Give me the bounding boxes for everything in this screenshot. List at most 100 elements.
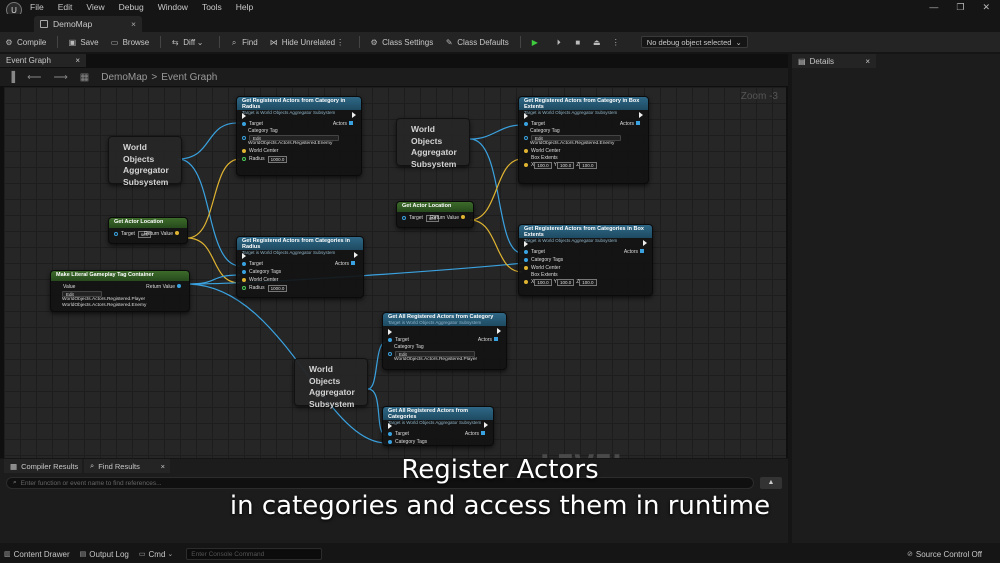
exec-out-pin[interactable]: [497, 328, 501, 334]
forward-arrow-icon[interactable]: ⟶: [53, 72, 67, 83]
find-button[interactable]: ⌕ Find: [229, 38, 258, 47]
hide-unrelated-button[interactable]: ⋈ Hide Unrelated ⋮: [269, 38, 348, 47]
subsystem-node[interactable]: World Objects Aggregator Subsystem: [108, 136, 182, 187]
graph-options-icon[interactable]: ▐: [8, 72, 15, 83]
box-y-input[interactable]: 100.0: [556, 161, 575, 169]
box-x-input[interactable]: 100.0: [534, 161, 552, 169]
pin-return-value[interactable]: [461, 215, 465, 219]
pin-target[interactable]: [388, 432, 392, 436]
pin-return-value[interactable]: [177, 283, 181, 288]
eject-button[interactable]: ⏏: [592, 38, 605, 47]
get-actors-categories-radius-node[interactable]: Get Registered Actors from Categories in…: [236, 236, 364, 298]
make-tag-container-node[interactable]: Make Literal Gameplay Tag Container Valu…: [50, 270, 190, 312]
pin-box-extents[interactable]: [524, 163, 528, 167]
get-actor-location-node[interactable]: Get Actor Location Target self Return Val…: [396, 201, 474, 228]
menu-debug[interactable]: Debug: [119, 2, 144, 12]
get-actors-categories-box-node[interactable]: Get Registered Actors from Categories in…: [518, 224, 653, 296]
box-z-input[interactable]: 100.0: [579, 278, 597, 286]
pin-category-tag[interactable]: [524, 135, 528, 140]
restore-icon[interactable]: ❐: [956, 2, 964, 13]
menu-tools[interactable]: Tools: [202, 2, 222, 12]
output-log-button[interactable]: ▤ Output Log: [80, 550, 129, 559]
pin-actors[interactable]: [636, 121, 640, 125]
menu-file[interactable]: File: [30, 2, 44, 12]
exec-out-pin[interactable]: [352, 112, 356, 118]
breadcrumb-root[interactable]: DemoMap: [101, 72, 147, 83]
pin-target[interactable]: [242, 122, 246, 126]
pin-return-value[interactable]: [175, 231, 179, 235]
debug-object-dropdown[interactable]: No debug object selected ⌄: [640, 36, 748, 48]
exec-out-pin[interactable]: [354, 252, 358, 258]
minimize-icon[interactable]: —: [929, 2, 938, 13]
pin-category-tags[interactable]: [242, 270, 246, 274]
exec-in-pin[interactable]: [242, 253, 246, 259]
compile-button[interactable]: ⚙ Compile: [4, 38, 46, 47]
tab-event-graph[interactable]: Event Graph ×: [0, 54, 86, 67]
pin-world-center[interactable]: [524, 149, 528, 153]
radius-input[interactable]: 1000.0: [267, 284, 288, 292]
radius-input[interactable]: 1000.0: [267, 155, 288, 163]
edit-dropdown[interactable]: Edit: [531, 134, 621, 141]
step-button[interactable]: ⏵: [554, 38, 567, 47]
pin-actors[interactable]: [481, 431, 485, 435]
pin-actors[interactable]: [351, 261, 355, 265]
pin-radius[interactable]: [242, 286, 246, 290]
close-tab-icon[interactable]: ×: [131, 19, 136, 29]
box-y-input[interactable]: 100.0: [556, 278, 575, 286]
menu-help[interactable]: Help: [236, 2, 253, 12]
back-arrow-icon[interactable]: ⟵: [27, 72, 41, 83]
pin-category-tag[interactable]: [388, 351, 392, 356]
pin-world-center[interactable]: [242, 149, 246, 153]
box-x-input[interactable]: 100.0: [534, 278, 552, 286]
console-command-input[interactable]: Enter Console Command: [186, 548, 323, 560]
exec-in-pin[interactable]: [242, 113, 246, 119]
menu-edit[interactable]: Edit: [58, 2, 73, 12]
pin-box-extents[interactable]: [524, 280, 528, 284]
browse-button[interactable]: ▭ Browse: [110, 38, 149, 47]
pin-category-tags[interactable]: [524, 258, 528, 262]
menu-window[interactable]: Window: [158, 2, 188, 12]
pin-target[interactable]: [242, 262, 246, 266]
edit-dropdown[interactable]: Edit: [395, 350, 475, 357]
get-actor-location-node[interactable]: Get Actor Location Target self Return Val…: [108, 217, 188, 244]
pin-target[interactable]: [524, 122, 528, 126]
close-window-icon[interactable]: ✕: [982, 2, 990, 13]
cmd-dropdown[interactable]: ▭ Cmd ⌄: [139, 550, 176, 559]
menu-view[interactable]: View: [86, 2, 104, 12]
exec-in-pin[interactable]: [388, 329, 392, 335]
exec-out-pin[interactable]: [643, 240, 647, 246]
pin-actors[interactable]: [494, 337, 498, 341]
subsystem-node[interactable]: World Objects Aggregator Subsystem: [396, 118, 470, 169]
edit-dropdown[interactable]: Edit: [62, 290, 102, 297]
document-tab-demomap[interactable]: DemoMap ×: [34, 16, 142, 32]
pin-radius[interactable]: [242, 157, 246, 161]
diff-button[interactable]: ⇆ Diff ⌄: [170, 38, 208, 47]
tab-details[interactable]: ▤ Details ×: [792, 54, 876, 68]
box-z-input[interactable]: 100.0: [579, 161, 597, 169]
close-icon[interactable]: ×: [75, 56, 80, 65]
play-options-button[interactable]: ⋮: [611, 38, 624, 47]
exec-in-pin[interactable]: [388, 423, 392, 429]
class-defaults-button[interactable]: ✎ Class Defaults: [444, 38, 509, 47]
more-options-icon[interactable]: ⋮: [335, 38, 345, 47]
pin-category-tags[interactable]: [388, 440, 392, 444]
pin-actors[interactable]: [640, 249, 644, 253]
exec-in-pin[interactable]: [524, 113, 528, 119]
exec-out-pin[interactable]: [484, 422, 488, 428]
play-button[interactable]: ▶: [530, 38, 543, 47]
class-settings-button[interactable]: ⚙ Class Settings: [369, 38, 433, 47]
close-icon[interactable]: ×: [865, 57, 870, 66]
get-actors-category-box-node[interactable]: Get Registered Actors from Category in B…: [518, 96, 649, 184]
pin-world-center[interactable]: [524, 266, 528, 270]
pin-actors[interactable]: [349, 121, 353, 125]
pin-target[interactable]: [388, 338, 392, 342]
pin-target[interactable]: [524, 250, 528, 254]
pin-target[interactable]: [402, 216, 406, 220]
get-all-actors-categories-node[interactable]: Get All Registered Actors from Categorie…: [382, 406, 494, 446]
exec-in-pin[interactable]: [524, 241, 528, 247]
pin-target[interactable]: [114, 232, 118, 236]
source-control-button[interactable]: ⊘ Source Control Off: [907, 550, 982, 559]
stop-button[interactable]: ■: [573, 38, 586, 47]
get-all-actors-category-node[interactable]: Get All Registered Actors from Category T…: [382, 312, 507, 370]
graph-canvas[interactable]: Zoom -3 World Objects Aggregator Subsyst…: [4, 87, 786, 458]
